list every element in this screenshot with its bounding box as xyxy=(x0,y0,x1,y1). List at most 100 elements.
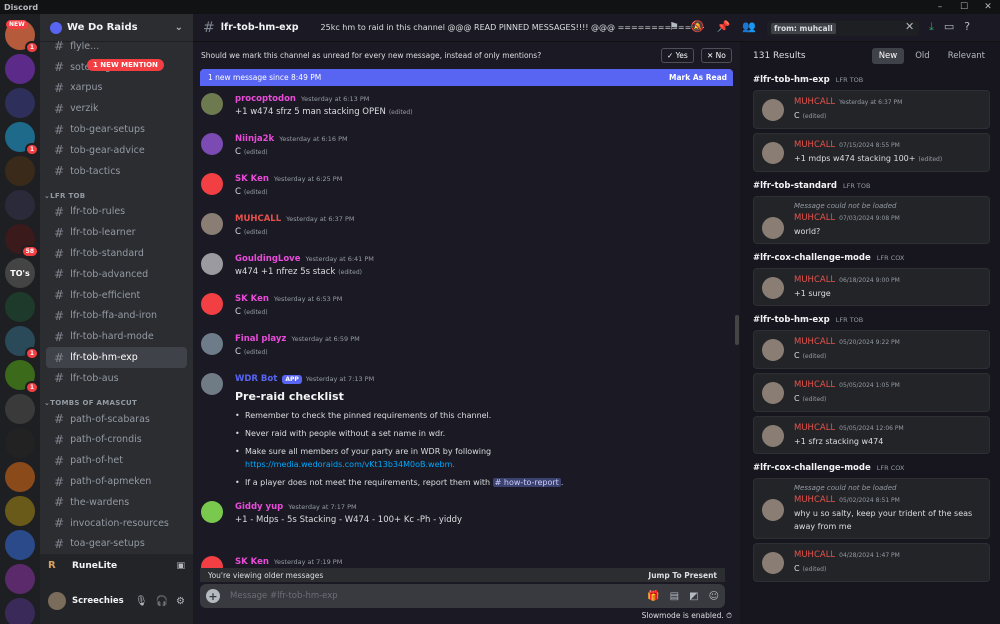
help-icon[interactable]: ? xyxy=(964,20,970,34)
message-author[interactable]: SK Ken xyxy=(235,557,269,567)
result-channel[interactable]: # lfr-tob-hm-exp LFR TOB xyxy=(753,310,1000,330)
result-card[interactable]: MUHCALL Yesterday at 6:37 PM C (edited) xyxy=(753,90,990,129)
gif-icon[interactable]: ▤ xyxy=(670,591,679,602)
message-author[interactable]: MUHCALL xyxy=(235,214,281,224)
server-icon[interactable]: 1 xyxy=(5,326,39,360)
sort-tab-relevant[interactable]: Relevant xyxy=(941,48,992,64)
minimize-icon[interactable]: – xyxy=(928,0,952,14)
result-card[interactable]: MUHCALL 05/05/2024 12:06 PM +1 sfrz stacki… xyxy=(753,416,990,454)
server-icon[interactable]: 58 xyxy=(5,224,39,258)
channel-category[interactable]: ⌄ TOMBS OF AMASCUT xyxy=(40,389,193,409)
server-icon[interactable] xyxy=(5,598,35,624)
sort-tab-new[interactable]: New xyxy=(871,48,905,64)
channel-category[interactable]: ⌄ LFR TOB xyxy=(40,182,193,202)
channel-item[interactable]: # tob-gear-advice xyxy=(40,140,193,161)
wdr-link[interactable]: https://media.wedoraids.com/vKt13b34M0oB… xyxy=(245,460,455,469)
channel-item[interactable]: # lfr-tob-aus xyxy=(40,368,193,389)
result-card[interactable]: MUHCALL 05/05/2024 1:05 PM C (edited) xyxy=(753,373,990,412)
threads-icon[interactable]: ⚑ xyxy=(669,20,679,33)
channel-item[interactable]: # xarpus xyxy=(40,78,193,99)
server-icon[interactable] xyxy=(5,88,35,118)
sticker-icon[interactable]: ◩ xyxy=(689,591,698,602)
avatar[interactable] xyxy=(201,133,223,155)
message-author[interactable]: WDR Bot xyxy=(235,374,277,384)
new-mention-pill[interactable]: 1 NEW MENTION xyxy=(87,59,164,71)
channel-item[interactable]: # lfr-tob-advanced xyxy=(40,264,193,285)
no-button[interactable]: ✕ No xyxy=(701,48,732,63)
message-composer[interactable]: + Message #lfr-tob-hm-exp 🎁 ▤ ◩ ☺ xyxy=(200,584,725,608)
avatar[interactable] xyxy=(201,93,223,115)
channel-item[interactable]: # tob-gear-setups xyxy=(40,119,193,140)
result-card[interactable]: MUHCALL 04/28/2024 1:47 PM C (edited) xyxy=(753,543,990,582)
channel-item[interactable]: # tob-tactics xyxy=(40,161,193,182)
maximize-icon[interactable]: ☐ xyxy=(952,0,976,14)
pin-icon[interactable]: 📌 xyxy=(717,20,731,33)
message-author[interactable]: Final playz xyxy=(235,334,286,344)
channel-item[interactable]: # lfr-tob-efficient xyxy=(40,285,193,306)
microphone-icon[interactable]: 🎙 xyxy=(135,596,148,607)
avatar[interactable] xyxy=(48,592,66,610)
server-icon[interactable] xyxy=(5,190,35,220)
channel-item[interactable]: # the-wardens xyxy=(40,492,193,513)
avatar[interactable] xyxy=(201,333,223,355)
result-card[interactable]: MUHCALL 05/20/2024 9:22 PM C (edited) xyxy=(753,330,990,369)
channel-item[interactable]: # lfr-tob-hard-mode xyxy=(40,326,193,347)
server-icon[interactable] xyxy=(5,564,35,594)
members-icon[interactable]: 👥 xyxy=(742,20,756,33)
server-icon[interactable] xyxy=(5,530,35,560)
gear-icon[interactable]: ⚙ xyxy=(176,596,185,607)
avatar[interactable] xyxy=(201,373,223,395)
download-icon[interactable]: ⤓ xyxy=(929,20,934,34)
message-author[interactable]: GouldingLove xyxy=(235,254,300,264)
mark-as-read-button[interactable]: Mark As Read xyxy=(669,73,727,82)
result-card[interactable]: Message could not be loaded MUHCALL 05/02/… xyxy=(753,478,990,539)
avatar[interactable] xyxy=(201,293,223,315)
add-attachment-icon[interactable]: + xyxy=(206,589,220,603)
search-input[interactable]: from: muhcall xyxy=(767,21,919,36)
scrollbar[interactable] xyxy=(735,315,739,345)
sort-tab-old[interactable]: Old xyxy=(908,48,936,64)
channel-item[interactable]: # lfr-tob-rules xyxy=(40,202,193,223)
channel-item[interactable]: # invocation-resources xyxy=(40,513,193,534)
new-messages-bar[interactable]: 1 new message since 8:49 PM Mark As Read xyxy=(200,69,733,86)
yes-button[interactable]: ✓ Yes xyxy=(661,48,694,63)
server-icon[interactable] xyxy=(5,156,35,186)
runelite-activity[interactable]: R RuneLite ▣ xyxy=(40,554,193,578)
message-author[interactable]: Giddy yup xyxy=(235,502,283,512)
headphones-icon[interactable]: 🎧 xyxy=(156,596,168,607)
server-icon[interactable] xyxy=(5,54,35,84)
server-icon[interactable] xyxy=(5,462,35,492)
server-icon[interactable] xyxy=(5,496,35,526)
server-icon[interactable] xyxy=(5,428,35,458)
message-input[interactable]: Message #lfr-tob-hm-exp xyxy=(230,591,338,601)
avatar[interactable] xyxy=(201,501,223,523)
message-author[interactable]: SK Ken xyxy=(235,294,269,304)
result-channel[interactable]: # lfr-tob-hm-exp LFR TOB xyxy=(753,70,1000,90)
channel-item[interactable]: # path-of-het xyxy=(40,450,193,471)
channel-item[interactable]: # lfr-tob-learner xyxy=(40,222,193,243)
server-icon[interactable] xyxy=(5,292,35,322)
message-author[interactable]: procoptodon xyxy=(235,94,296,104)
result-card[interactable]: Message could not be loaded MUHCALL 07/03/… xyxy=(753,196,990,244)
channel-item[interactable]: # path-of-crondis xyxy=(40,430,193,451)
avatar[interactable] xyxy=(201,173,223,195)
close-window-icon[interactable]: ✕ xyxy=(976,0,1000,14)
channel-item[interactable]: # path-of-apmeken xyxy=(40,471,193,492)
avatar[interactable] xyxy=(201,213,223,235)
channel-item[interactable]: # toa-gear-setups xyxy=(40,534,193,555)
result-card[interactable]: MUHCALL 06/18/2024 9:00 PM +1 surge xyxy=(753,268,990,306)
result-card[interactable]: MUHCALL 07/15/2024 8:55 PM +1 mdps w474 st… xyxy=(753,133,990,172)
clear-search-icon[interactable]: ✕ xyxy=(905,20,914,33)
channel-item[interactable]: # lfr-tob-hm-exp xyxy=(46,347,187,368)
jump-to-present-button[interactable]: Jump To Present xyxy=(648,571,717,580)
channel-topic[interactable]: 25kc hm to raid in this channel @@@ READ… xyxy=(321,23,705,32)
server-icon[interactable]: 1 xyxy=(5,360,39,394)
result-channel[interactable]: # lfr-tob-standard LFR TOB xyxy=(753,176,1000,196)
gift-icon[interactable]: 🎁 xyxy=(647,591,659,602)
channel-item[interactable]: # flyle... xyxy=(40,36,193,57)
channel-item[interactable]: # lfr-tob-standard xyxy=(40,243,193,264)
server-icon[interactable]: 1 xyxy=(5,122,39,156)
message-author[interactable]: SK Ken xyxy=(235,174,269,184)
notification-mute-icon[interactable]: 🔕 xyxy=(691,20,705,33)
server-icon[interactable]: TO's xyxy=(5,258,35,288)
